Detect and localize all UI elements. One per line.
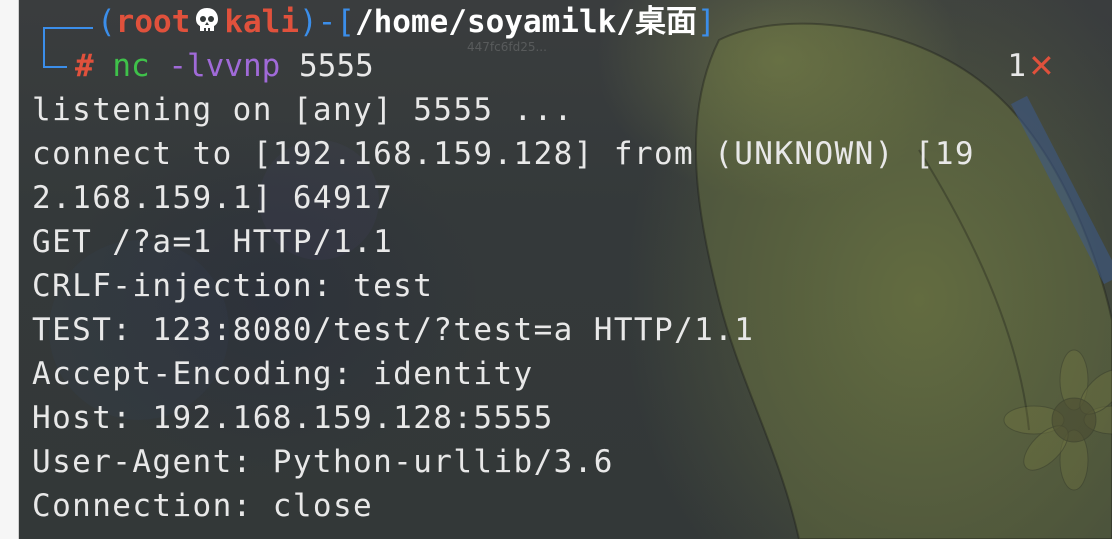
prompt-command-line: # nc -lvvnp 5555: [19, 44, 1112, 88]
command-port: 5555: [299, 48, 374, 84]
output-line: TEST: 123:8080/test/?test=a HTTP/1.1: [32, 312, 755, 348]
output-line: GET /?a=1 HTTP/1.1: [32, 224, 394, 260]
output-line: listening on [any] 5555 ...: [32, 92, 574, 128]
prompt-hash: #: [75, 48, 94, 84]
output-line: CRLF-injection: test: [32, 268, 434, 304]
terminal-pane[interactable]: 447fc6fd25... (root kali)-[/home/soyamilk…: [19, 0, 1112, 539]
output-line: 2.168.159.1] 64917: [32, 180, 394, 216]
prompt-header-text: (root kali)-[/home/soyamilk/桌面]: [97, 0, 716, 44]
output-line: Accept-Encoding: identity: [32, 356, 534, 392]
exit-status-code: 1: [1007, 48, 1026, 84]
prompt-close-bracket: ]: [696, 4, 716, 40]
output-line: connect to [192.168.159.128] from (UNKNO…: [32, 136, 975, 172]
prompt-open-paren: (: [97, 4, 116, 40]
command-text: # nc -lvvnp 5555: [75, 44, 374, 88]
prompt-host: kali: [224, 4, 299, 40]
close-icon: ✕: [1028, 47, 1055, 85]
terminal-window: 447fc6fd25... (root kali)-[/home/soyamilk…: [0, 0, 1112, 539]
window-left-edge: [0, 0, 19, 539]
skull-icon: [196, 8, 219, 31]
prompt-user: root: [115, 4, 191, 40]
output-line: Host: 192.168.159.128:5555: [32, 400, 554, 436]
prompt-corner-bottom: [43, 44, 67, 68]
output-line: Connection: close: [32, 488, 374, 524]
output-line: User-Agent: Python-urllib/3.6: [32, 444, 614, 480]
prompt-header: (root kali)-[/home/soyamilk/桌面]: [19, 0, 1112, 56]
command-flags: -lvvnp: [168, 48, 281, 84]
prompt-separator: )-[: [298, 4, 355, 40]
prompt-path: /home/soyamilk/桌面: [354, 4, 697, 40]
command-name: nc: [112, 48, 150, 84]
